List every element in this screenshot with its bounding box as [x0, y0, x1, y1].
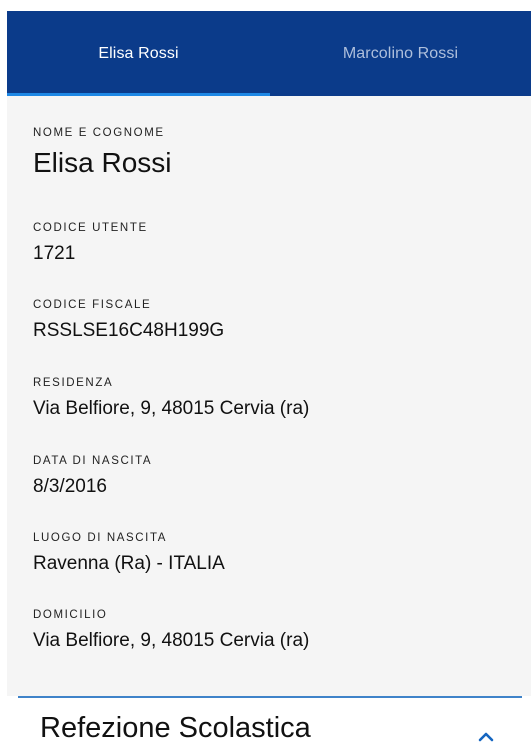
birth-date-value: 8/3/2016 [33, 476, 107, 497]
tab-marcolino-rossi[interactable]: Marcolino Rossi [270, 11, 531, 96]
field-residenza: RESIDENZA Via Belfiore, 9, 48015 Cervia … [33, 376, 309, 421]
chevron-up-icon[interactable] [476, 728, 496, 744]
app-root: Elisa Rossi Marcolino Rossi NOME E COGNO… [0, 0, 531, 754]
tab-elisa-rossi[interactable]: Elisa Rossi [7, 11, 270, 96]
field-codice-utente: CODICE UTENTE 1721 [33, 221, 148, 266]
field-luogo-di-nascita: LUOGO DI NASCITA Ravenna (Ra) - ITALIA [33, 531, 225, 576]
profile-panel: NOME E COGNOME Elisa Rossi CODICE UTENTE… [7, 96, 531, 696]
tab-label: Marcolino Rossi [342, 44, 459, 62]
full-name-value: Elisa Rossi [33, 147, 172, 178]
user-code-value: 1721 [33, 243, 76, 264]
field-label: RESIDENZA [33, 377, 114, 389]
field-label: CODICE UTENTE [33, 222, 148, 234]
section-divider [18, 696, 522, 698]
birth-place-value: Ravenna (Ra) - ITALIA [33, 553, 225, 574]
child-tab-bar: Elisa Rossi Marcolino Rossi [7, 11, 531, 96]
tab-label: Elisa Rossi [98, 44, 179, 62]
field-label: CODICE FISCALE [33, 299, 152, 311]
field-label: NOME E COGNOME [33, 127, 165, 139]
field-nome-e-cognome: NOME E COGNOME Elisa Rossi [33, 126, 171, 180]
tax-code-value: RSSLSE16C48H199G [33, 320, 225, 341]
field-label: DOMICILIO [33, 609, 108, 621]
residence-value: Via Belfiore, 9, 48015 Cervia (ra) [33, 398, 310, 419]
field-codice-fiscale: CODICE FISCALE RSSLSE16C48H199G [33, 298, 224, 343]
section-title-refezione[interactable]: Refezione Scolastica [40, 710, 311, 746]
field-label: LUOGO DI NASCITA [33, 532, 168, 544]
domicile-value: Via Belfiore, 9, 48015 Cervia (ra) [33, 630, 310, 651]
field-data-di-nascita: DATA DI NASCITA 8/3/2016 [33, 454, 152, 499]
field-label: DATA DI NASCITA [33, 455, 153, 467]
field-domicilio: DOMICILIO Via Belfiore, 9, 48015 Cervia … [33, 608, 309, 653]
